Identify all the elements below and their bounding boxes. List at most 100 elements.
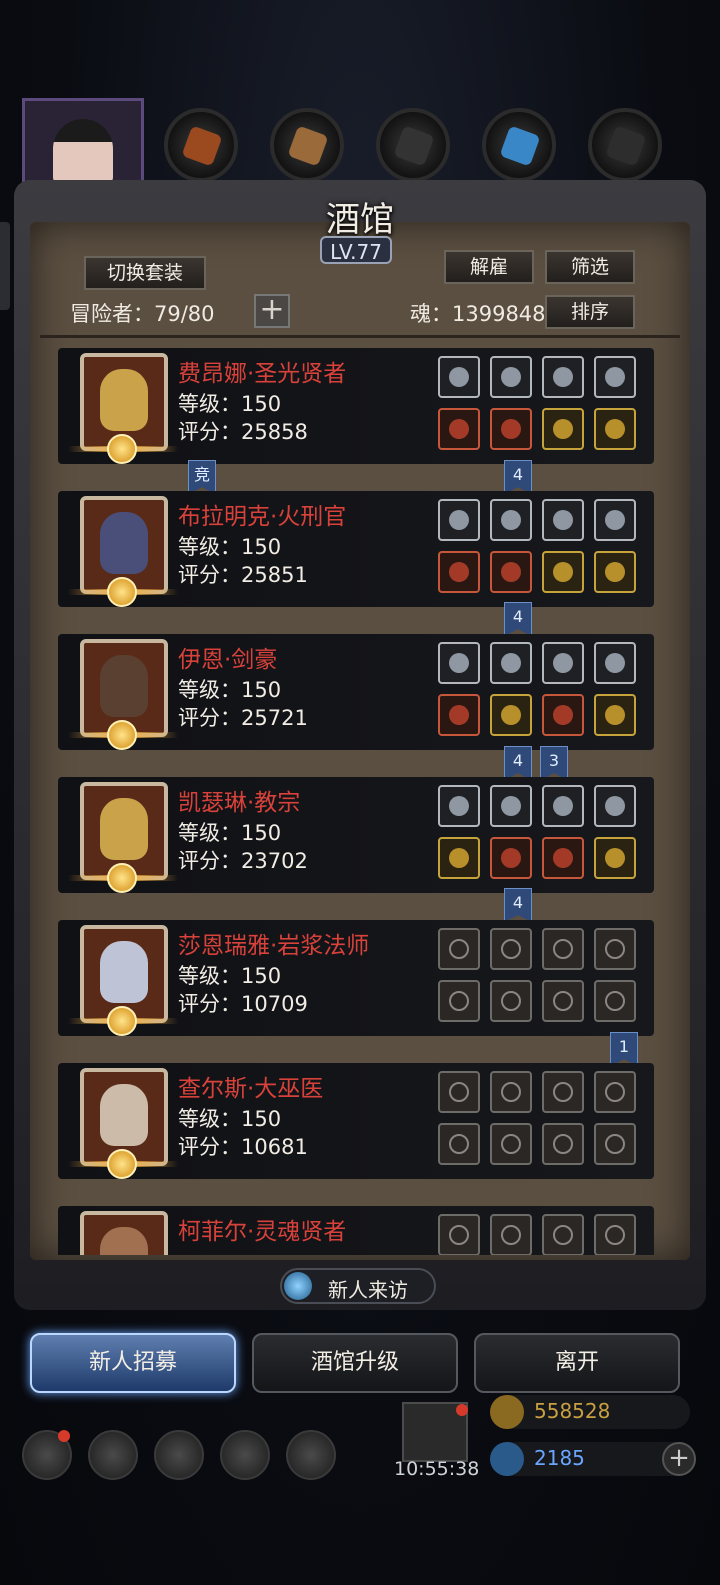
empty-equip-slot[interactable] (438, 1214, 480, 1255)
equip-slot[interactable] (594, 837, 636, 879)
empty-equip-slot[interactable] (542, 980, 584, 1022)
equip-slot[interactable] (542, 694, 584, 736)
hero-score: 评分：10681 (178, 1135, 308, 1159)
equip-slot[interactable] (490, 408, 532, 450)
material-icon-5[interactable] (588, 108, 662, 182)
equip-slot[interactable] (490, 642, 532, 684)
empty-equip-slot[interactable] (490, 928, 532, 970)
hero-card[interactable]: 查尔斯·大巫医 等级：150 评分：10681 (58, 1063, 654, 1179)
empty-equip-slot[interactable] (542, 1123, 584, 1165)
equip-slot[interactable] (594, 356, 636, 398)
hero-score: 评分：25858 (178, 420, 308, 444)
hero-score: 评分：23702 (178, 849, 308, 873)
equip-slot[interactable] (594, 551, 636, 593)
hero-name: 莎恩瑞雅·岩浆法师 (178, 933, 370, 959)
equip-slot[interactable] (594, 785, 636, 827)
equip-slot[interactable] (490, 785, 532, 827)
gold-icon (490, 1395, 524, 1429)
equip-slot[interactable] (594, 642, 636, 684)
recruit-button[interactable]: 新人招募 (30, 1333, 236, 1393)
empty-equip-slot[interactable] (594, 1214, 636, 1255)
equip-slot[interactable] (542, 642, 584, 684)
empty-equip-slot[interactable] (438, 1071, 480, 1113)
hero-card[interactable]: 布拉明克·火刑官 等级：150 评分：25851 (58, 491, 654, 607)
empty-equip-slot[interactable] (490, 1123, 532, 1165)
equip-slot[interactable] (542, 785, 584, 827)
material-icon-3[interactable] (376, 108, 450, 182)
equip-slot[interactable] (490, 837, 532, 879)
equip-slot[interactable] (542, 408, 584, 450)
empty-equip-slot[interactable] (594, 1071, 636, 1113)
upgrade-tavern-button[interactable]: 酒馆升级 (252, 1333, 458, 1393)
new-visit-button[interactable]: 新人来访 (280, 1268, 436, 1304)
hero-name: 柯菲尔·灵魂贤者 (178, 1219, 347, 1245)
material-icon-2[interactable] (270, 108, 344, 182)
shop-icon[interactable] (154, 1430, 204, 1480)
equip-slot[interactable] (490, 694, 532, 736)
add-slot-button[interactable]: + (254, 294, 290, 328)
equip-slot[interactable] (542, 356, 584, 398)
dismiss-button[interactable]: 解雇 (444, 250, 534, 284)
gold-counter: 558528 (490, 1395, 690, 1429)
equip-slot[interactable] (438, 837, 480, 879)
equip-slot[interactable] (542, 837, 584, 879)
empty-equip-slot[interactable] (542, 1214, 584, 1255)
empty-equip-slot[interactable] (542, 1071, 584, 1113)
hero-card[interactable]: 凯瑟琳·教宗 等级：150 评分：23702 (58, 777, 654, 893)
hero-card[interactable]: 伊恩·剑豪 等级：150 评分：25721 (58, 634, 654, 750)
equip-slot[interactable] (542, 499, 584, 541)
hero-card[interactable]: 莎恩瑞雅·岩浆法师 等级：150 评分：10709 (58, 920, 654, 1036)
empty-equip-slot[interactable] (490, 1214, 532, 1255)
hero-level: 等级：150 (178, 1107, 282, 1131)
empty-equip-slot[interactable] (594, 980, 636, 1022)
equip-slot[interactable] (438, 785, 480, 827)
leave-button[interactable]: 离开 (474, 1333, 680, 1393)
equip-slot[interactable] (594, 408, 636, 450)
divider (40, 335, 680, 338)
empty-equip-slot[interactable] (490, 980, 532, 1022)
hero-name: 凯瑟琳·教宗 (178, 790, 301, 816)
empty-equip-slot[interactable] (542, 928, 584, 970)
empty-equip-slot[interactable] (490, 1071, 532, 1113)
notification-dot (58, 1430, 70, 1442)
medal-icon (107, 1149, 137, 1179)
add-currency-button[interactable]: + (662, 1442, 696, 1476)
enhance-tag: 4 (504, 460, 532, 494)
dice-icon[interactable] (286, 1430, 336, 1480)
medal-icon (107, 434, 137, 464)
equip-slot[interactable] (438, 551, 480, 593)
equip-slot[interactable] (594, 499, 636, 541)
mail-icon[interactable] (220, 1430, 270, 1480)
equip-slot[interactable] (490, 499, 532, 541)
crystal-icon[interactable] (482, 108, 556, 182)
empty-equip-slot[interactable] (438, 928, 480, 970)
equip-slot[interactable] (438, 694, 480, 736)
equip-slot[interactable] (542, 551, 584, 593)
hero-card[interactable]: 柯菲尔·灵魂贤者 (58, 1206, 654, 1255)
empty-equip-slot[interactable] (594, 1123, 636, 1165)
equip-slot[interactable] (438, 356, 480, 398)
sort-button[interactable]: 排序 (545, 295, 635, 329)
equip-slot[interactable] (594, 694, 636, 736)
enhance-tag: 1 (610, 1032, 638, 1066)
empty-equip-slot[interactable] (438, 1123, 480, 1165)
hero-portrait (80, 1211, 168, 1255)
filter-button[interactable]: 筛选 (545, 250, 635, 284)
star-icon[interactable] (88, 1430, 138, 1480)
switch-outfit-button[interactable]: 切换套装 (84, 256, 206, 290)
player-avatar[interactable] (22, 98, 144, 190)
equip-slot[interactable] (438, 408, 480, 450)
medal-icon (107, 720, 137, 750)
equip-slot[interactable] (490, 551, 532, 593)
equip-slot[interactable] (438, 499, 480, 541)
material-icon-1[interactable] (164, 108, 238, 182)
empty-equip-slot[interactable] (594, 928, 636, 970)
equip-slot[interactable] (438, 642, 480, 684)
gem-amount: 2185 (534, 1446, 585, 1470)
hero-card[interactable]: 费昂娜·圣光贤者 等级：150 评分：25858 (58, 348, 654, 464)
empty-equip-slot[interactable] (438, 980, 480, 1022)
hero-score: 评分：10709 (178, 992, 308, 1016)
hero-list[interactable]: 费昂娜·圣光贤者 等级：150 评分：25858 竞 4 布拉明克·火刑官 等级… (40, 340, 680, 1255)
gem-icon (490, 1442, 524, 1476)
equip-slot[interactable] (490, 356, 532, 398)
